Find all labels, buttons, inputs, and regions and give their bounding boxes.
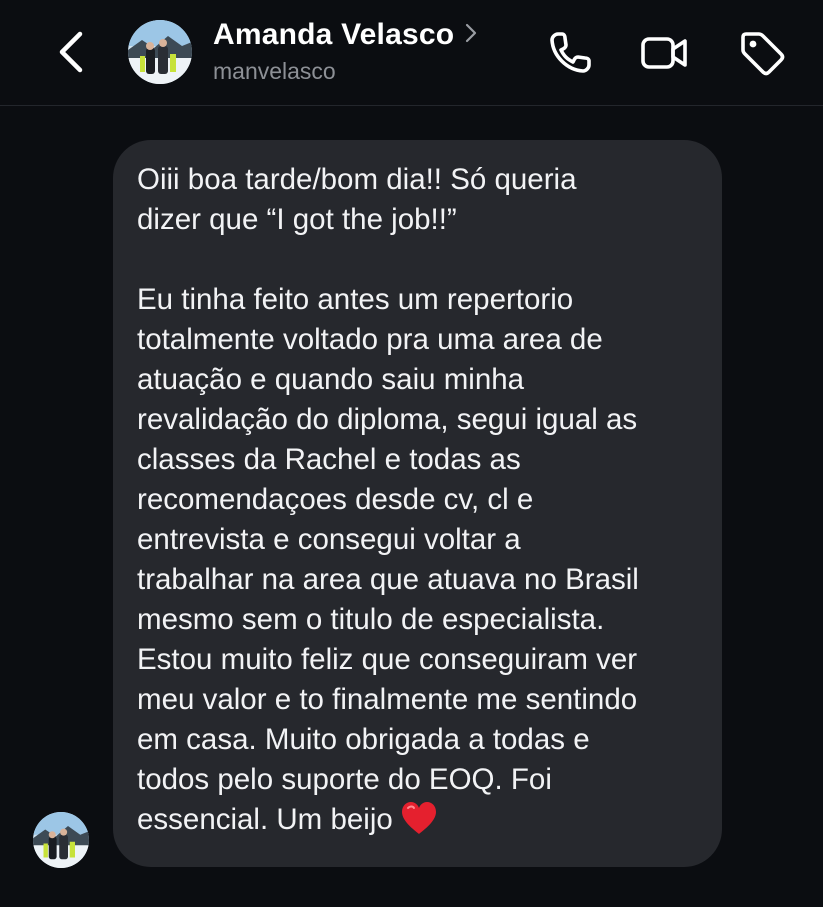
message-paragraph-1: Oiii boa tarde/bom dia!! Só queria dizer… (137, 163, 577, 236)
message-bubble[interactable]: Oiii boa tarde/bom dia!! Só queria dizer… (113, 140, 722, 867)
avatar-photo (33, 812, 89, 868)
sender-avatar[interactable] (33, 812, 89, 868)
chevron-left-icon (59, 31, 83, 73)
audio-call-button[interactable] (545, 28, 595, 78)
red-heart-icon (401, 802, 436, 834)
conversation-header: Amanda Velasco manvelasco (0, 0, 823, 106)
chevron-right-icon (466, 23, 477, 43)
contact-info[interactable]: Amanda Velasco manvelasco (213, 18, 478, 85)
dm-conversation-screen: Amanda Velasco manvelasco Oiii boa tarde… (0, 0, 823, 907)
tag-icon (741, 32, 785, 76)
message-paragraph-2: Eu tinha feito antes um repertorio total… (137, 280, 698, 840)
avatar-photo (128, 20, 192, 84)
video-camera-icon (641, 37, 687, 69)
back-button[interactable] (52, 26, 92, 78)
contact-name: Amanda Velasco (213, 18, 455, 51)
contact-avatar[interactable] (128, 20, 192, 84)
video-call-button[interactable] (639, 28, 689, 78)
contact-handle: manvelasco (213, 58, 336, 84)
tag-button[interactable] (737, 28, 787, 78)
phone-icon (550, 32, 591, 73)
message-paragraph-2-text: Eu tinha feito antes um repertorio total… (137, 283, 639, 836)
